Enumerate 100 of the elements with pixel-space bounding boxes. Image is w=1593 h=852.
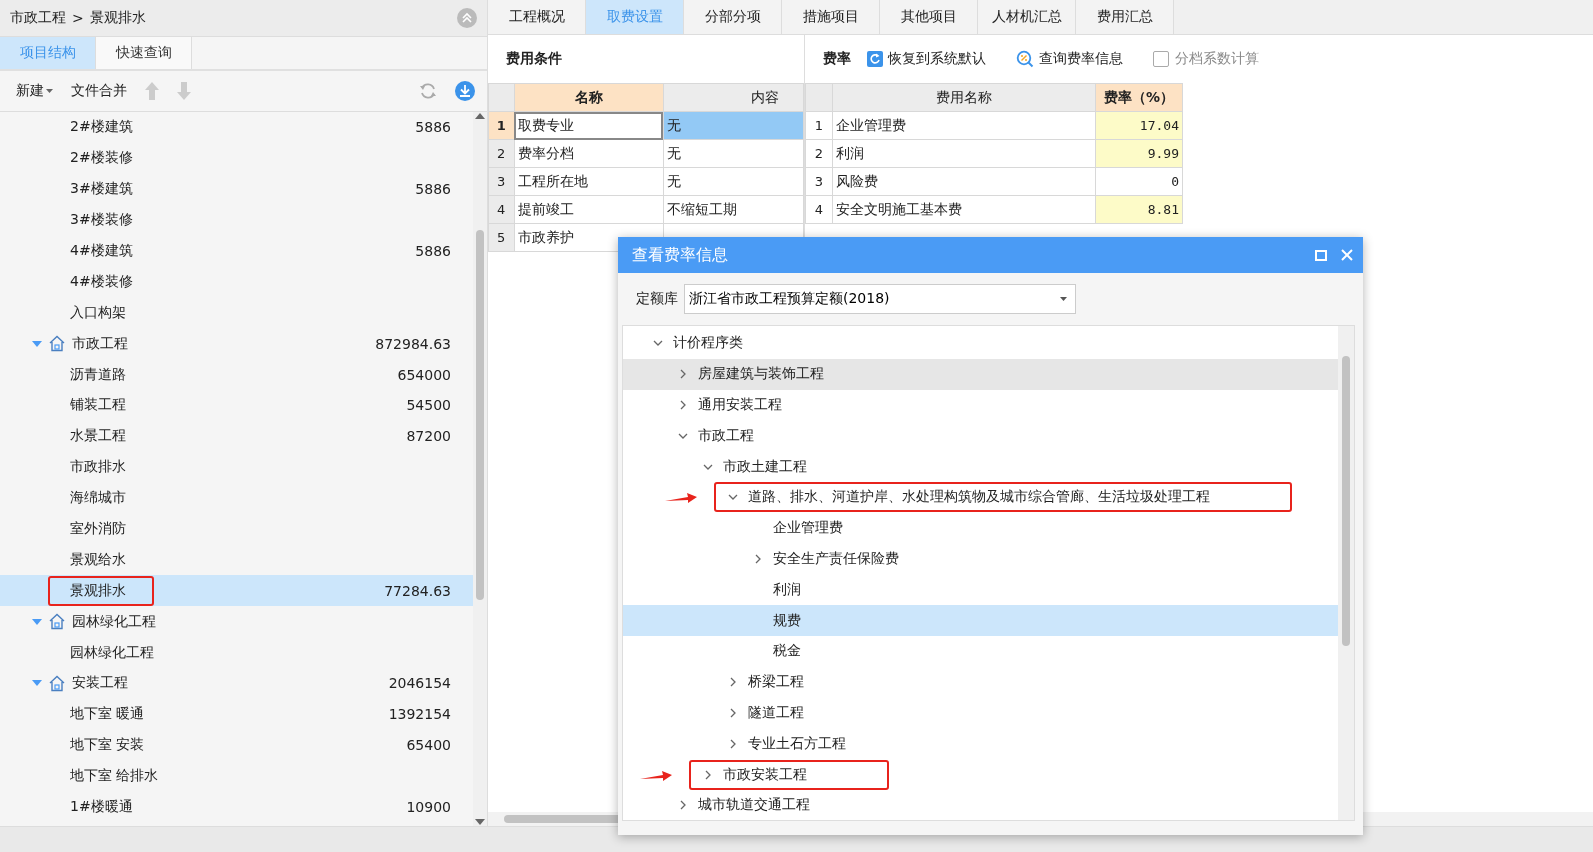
panel-tab[interactable]: 快速查询 (96, 37, 192, 69)
caret-icon (1060, 297, 1067, 301)
chevron-icon[interactable] (753, 553, 763, 564)
tree-item[interactable]: 利润 (773, 580, 801, 599)
scrollbar[interactable] (473, 112, 487, 826)
tree-item[interactable]: 城市轨道交通工程 (698, 796, 810, 815)
scrollbar-thumb[interactable] (1342, 356, 1350, 646)
tree-item[interactable]: 2#楼建筑 (70, 118, 133, 137)
table-cell[interactable]: 工程所在地 (514, 167, 664, 196)
house-icon (48, 674, 66, 692)
table-cell[interactable]: 取费专业 (514, 111, 664, 140)
tree-item[interactable]: 1#楼暖通 (70, 798, 133, 817)
tree-item[interactable]: 地下室 安装 (70, 736, 145, 755)
tree-item[interactable]: 市政工程 (72, 334, 128, 353)
tree-item[interactable]: 地下室 给排水 (70, 767, 159, 786)
amount-value: 10900 (406, 799, 451, 816)
field-label: 定额库 (636, 290, 678, 308)
tree-item[interactable]: 3#楼建筑 (70, 180, 133, 199)
table-cell[interactable]: 无 (663, 139, 804, 168)
tree-toggle-icon[interactable] (32, 617, 42, 626)
chevron-icon[interactable] (728, 677, 738, 688)
tree-item[interactable]: 园林绿化工程 (70, 643, 154, 662)
chevron-icon[interactable] (728, 738, 738, 749)
chevron-icon[interactable] (703, 769, 713, 780)
tree-item[interactable]: 企业管理费 (773, 519, 843, 538)
tree-item[interactable]: 市政排水 (70, 458, 126, 477)
scrollbar-thumb[interactable] (476, 230, 484, 600)
row-number: 5 (488, 223, 514, 252)
collapse-icon[interactable] (457, 8, 477, 28)
tree-item[interactable]: 规费 (773, 611, 801, 630)
column-header: 名称 (514, 83, 664, 112)
table-cell[interactable]: 风险费 (832, 167, 1096, 196)
download-icon[interactable] (455, 81, 475, 101)
rate-cell[interactable]: 0 (1095, 167, 1183, 196)
tree-item[interactable]: 铺装工程 (70, 396, 126, 415)
table-cell[interactable]: 无 (663, 167, 804, 196)
tree-item[interactable]: 桥梁工程 (748, 673, 804, 692)
row-number: 3 (805, 167, 833, 196)
chevron-icon[interactable] (678, 369, 688, 380)
tree-item[interactable]: 园林绿化工程 (72, 612, 156, 631)
refresh-icon[interactable] (419, 82, 437, 100)
tree-item[interactable]: 市政工程 (698, 426, 754, 445)
amount-value: 2046154 (388, 675, 451, 692)
query-rate-button[interactable]: 查询费率信息 (1016, 50, 1123, 68)
new-dropdown-button[interactable]: 新建 (16, 82, 53, 100)
table-cell[interactable]: 费率分档 (514, 139, 664, 168)
rate-cell[interactable]: 17.04 (1095, 111, 1183, 140)
tree-item[interactable]: 景观排水 (48, 575, 154, 606)
tree-toggle-icon[interactable] (32, 679, 42, 688)
table-cell[interactable]: 无 (663, 111, 804, 140)
table-cell[interactable]: 安全文明施工基本费 (832, 195, 1096, 224)
house-icon (48, 613, 66, 631)
tree-item[interactable]: 税金 (773, 642, 801, 661)
scrollbar[interactable] (1338, 326, 1354, 820)
row-number: 1 (805, 111, 833, 140)
tree-item[interactable]: 房屋建筑与装饰工程 (698, 365, 824, 384)
tree-item[interactable]: 4#楼建筑 (70, 242, 133, 260)
tree-item[interactable]: 地下室 暖通 (70, 705, 145, 724)
tree-item[interactable]: 安全生产责任保险费 (773, 549, 899, 568)
restore-default-button[interactable]: 恢复到系统默认 (867, 50, 986, 68)
tree-item[interactable]: 隧道工程 (748, 703, 804, 722)
column-header: 内容 (663, 83, 804, 112)
breadcrumb-separator: > (72, 10, 84, 26)
table-cell[interactable]: 提前竣工 (514, 195, 664, 224)
table-cell[interactable]: 不缩短工期 (663, 195, 804, 224)
maximize-icon[interactable] (1315, 249, 1327, 261)
tree-item[interactable]: 2#楼装修 (70, 149, 133, 168)
amount-value: 5886 (415, 119, 451, 136)
tree-item[interactable]: 4#楼装修 (70, 272, 133, 291)
tree-item[interactable]: 水景工程 (70, 427, 126, 446)
section-title: 费率 (823, 50, 851, 68)
tree-item[interactable]: 安装工程 (72, 674, 128, 693)
tree-item[interactable]: 通用安装工程 (698, 396, 782, 414)
tree-item[interactable]: 专业土石方工程 (748, 734, 846, 753)
tree-item[interactable]: 景观给水 (70, 550, 126, 569)
chevron-icon[interactable] (678, 400, 688, 410)
tree-item[interactable]: 室外消防 (70, 520, 126, 538)
tree-item[interactable]: 计价程序类 (673, 334, 743, 353)
breadcrumb-item[interactable]: 市政工程 (10, 9, 66, 27)
close-icon[interactable] (1341, 249, 1353, 261)
amount-value: 1392154 (388, 706, 451, 723)
tree-item[interactable]: 沥青道路 (70, 365, 126, 384)
rate-cell[interactable]: 8.81 (1095, 195, 1183, 224)
chevron-icon[interactable] (678, 800, 688, 811)
chevron-icon[interactable] (728, 707, 738, 718)
rate-cell[interactable]: 9.99 (1095, 139, 1183, 168)
tree-toggle-icon[interactable] (32, 339, 42, 348)
library-dropdown[interactable]: 浙江省市政工程预算定额(2018) (684, 284, 1076, 314)
amount-value: 77284.63 (384, 582, 451, 599)
table-cell[interactable]: 企业管理费 (832, 111, 1096, 140)
table-cell[interactable]: 利润 (832, 139, 1096, 168)
row-number: 1 (488, 111, 514, 140)
scroll-up-icon[interactable] (475, 112, 485, 120)
tree-item[interactable]: 3#楼装修 (70, 211, 133, 230)
tree-item[interactable]: 市政土建工程 (723, 457, 807, 476)
amount-value: 5886 (415, 181, 451, 198)
tree-item[interactable]: 海绵城市 (70, 489, 126, 508)
tree-item[interactable]: 入口构架 (70, 303, 126, 322)
house-icon (48, 335, 66, 353)
merge-files-button[interactable]: 文件合并 (71, 82, 127, 100)
